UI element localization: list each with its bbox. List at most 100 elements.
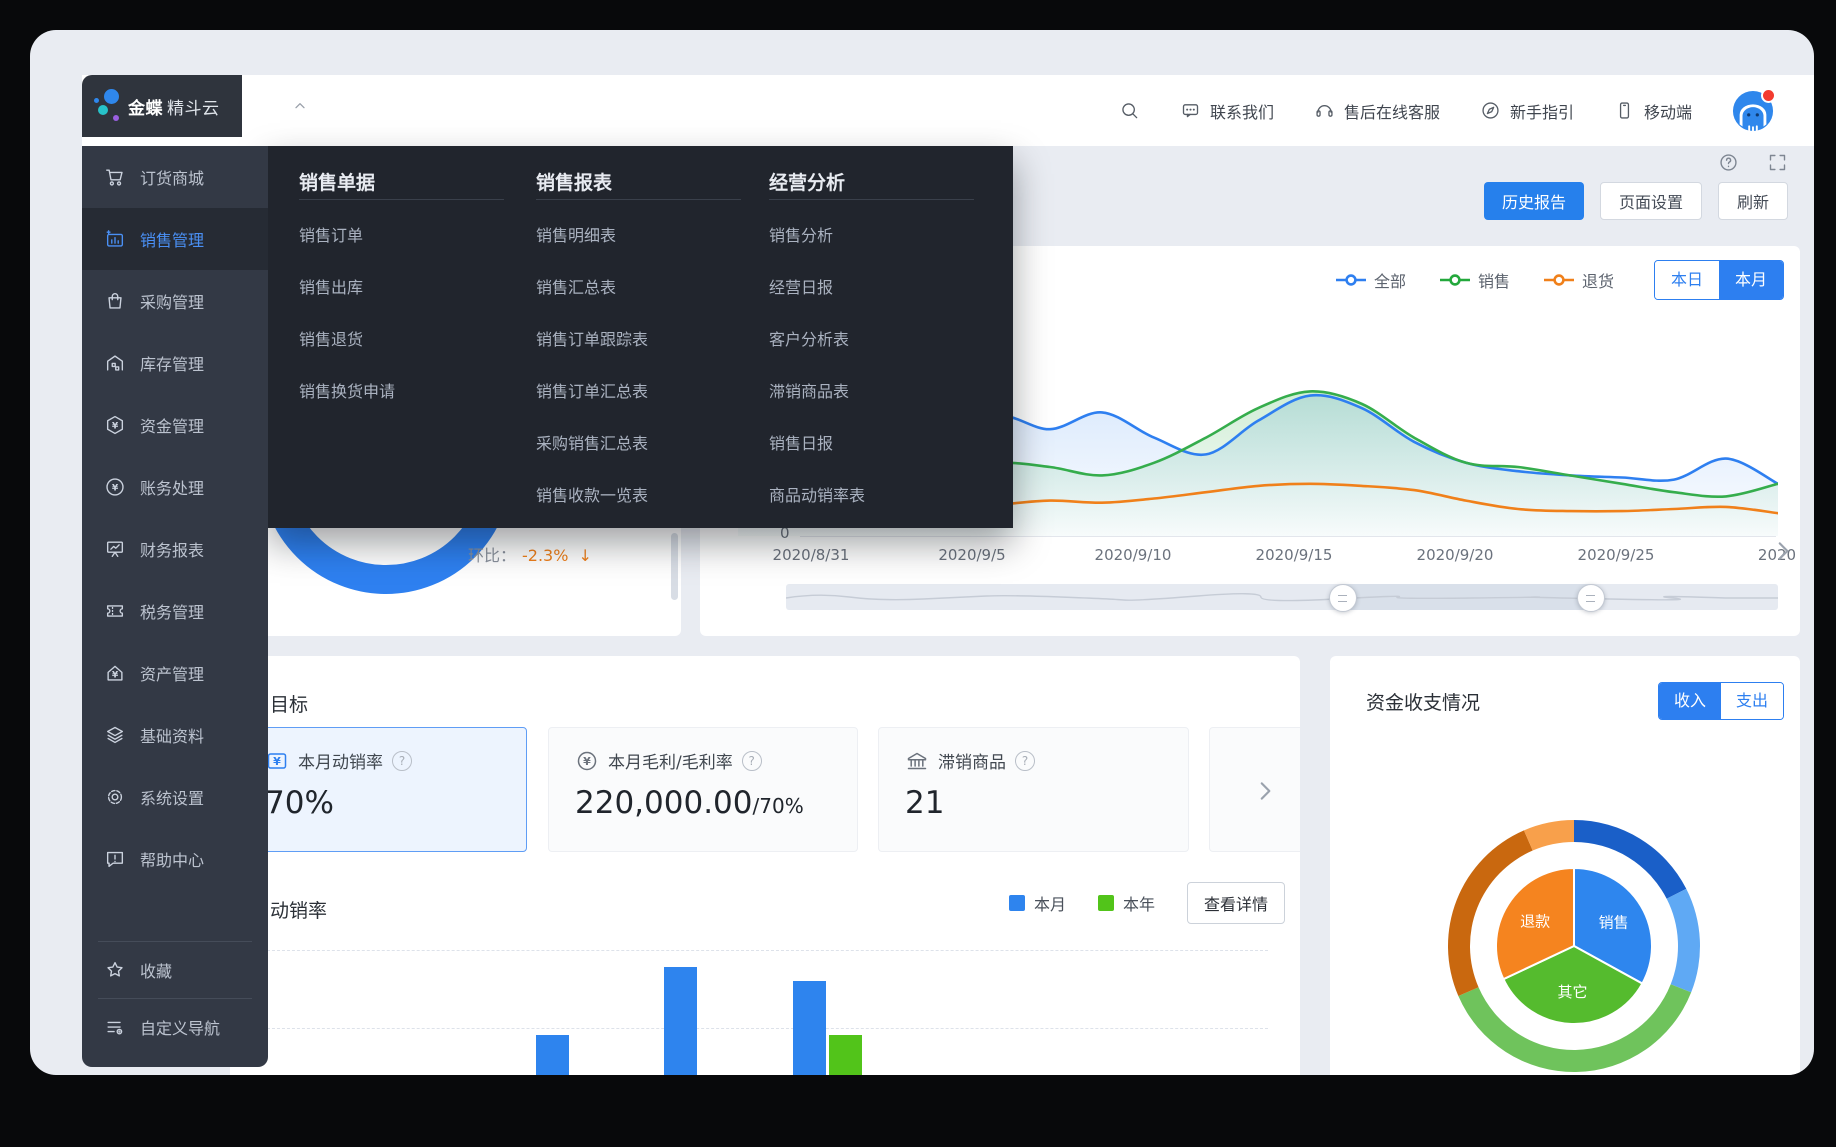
sidebar-item-funds[interactable]: ¥ 资金管理 — [82, 394, 268, 456]
sidebar-item-assets[interactable]: ¥ 资产管理 — [82, 642, 268, 704]
menu-item[interactable]: 销售分析 — [769, 210, 974, 262]
menu-item[interactable]: 销售出库 — [299, 262, 504, 314]
menu-col-title: 经营分析 — [769, 168, 974, 199]
house-yuan-icon: ¥ — [104, 662, 126, 684]
sidebar-item-settings[interactable]: 系统设置 — [82, 766, 268, 828]
hex-yuan-icon: ¥ — [104, 414, 126, 436]
sidebar-item-order-mall[interactable]: 订货商城 — [82, 146, 268, 208]
legend-label: 本月 — [1034, 891, 1066, 915]
brush-handle-left[interactable] — [1329, 584, 1357, 612]
brush-handle-right[interactable] — [1577, 584, 1605, 612]
page-setup-button[interactable]: 页面设置 — [1600, 182, 1702, 220]
menu-item[interactable]: 销售订单 — [299, 210, 504, 262]
help-icon[interactable]: ? — [392, 751, 412, 771]
legend-sales[interactable]: 销售 — [1440, 268, 1510, 292]
history-report-button[interactable]: 历史报告 — [1484, 182, 1584, 220]
menu-item[interactable]: 销售收款一览表 — [536, 470, 741, 522]
chart-next-icon[interactable] — [1770, 538, 1796, 568]
topbar-item-support[interactable]: 售后在线客服 — [1314, 99, 1440, 123]
divider — [769, 199, 974, 200]
line-marker-icon — [1544, 274, 1574, 286]
menu-item[interactable]: 滞销商品表 — [769, 366, 974, 418]
range-toggle-today[interactable]: 本日 — [1655, 261, 1719, 299]
topbar-item-contact[interactable]: 联系我们 — [1180, 99, 1274, 123]
grip-icon — [1586, 595, 1595, 602]
sidebar-item-base-data[interactable]: 基础资料 — [82, 704, 268, 766]
stat-card-slow-moving[interactable]: 滞销商品 ? 21 — [878, 727, 1189, 852]
sidebar-item-label: 系统设置 — [140, 785, 204, 809]
menu-item[interactable]: 销售退货 — [299, 314, 504, 366]
menu-item[interactable]: 销售换货申请 — [299, 366, 504, 418]
menu-item[interactable]: 客户分析表 — [769, 314, 974, 366]
bar[interactable] — [793, 981, 826, 1076]
x-tick: 2020/9/10 — [1095, 546, 1172, 564]
sidebar-item-accounting[interactable]: ¥ 账务处理 — [82, 456, 268, 518]
menu-item[interactable]: 销售明细表 — [536, 210, 741, 262]
menu-item[interactable]: 采购销售汇总表 — [536, 418, 741, 470]
help-icon[interactable]: ? — [1015, 751, 1035, 771]
search-icon[interactable] — [1119, 100, 1140, 121]
help-icon[interactable]: ? — [742, 751, 762, 771]
menu-item[interactable]: 销售订单汇总表 — [536, 366, 741, 418]
stat-value: 70% — [239, 773, 526, 821]
sidebar-item-inventory[interactable]: 库存管理 — [82, 332, 268, 394]
menu-col-title: 销售单据 — [299, 168, 504, 199]
stat-card-gross-profit[interactable]: ¥ 本月毛利/毛利率 ? 220,000.00/70% — [548, 727, 858, 852]
topbar-item-guide[interactable]: 新手指引 — [1480, 99, 1574, 123]
cards-next-icon[interactable] — [1252, 778, 1278, 808]
help-icon[interactable] — [1718, 152, 1739, 173]
sidebar-item-tax[interactable]: 税务管理 — [82, 580, 268, 642]
headset-icon — [1314, 100, 1335, 121]
card-scrollbar[interactable] — [671, 533, 678, 600]
sidebar-item-purchase[interactable]: 采购管理 — [82, 270, 268, 332]
view-details-button[interactable]: 查看详情 — [1187, 882, 1285, 924]
trend-legend-row: 全部 销售 退货 本日 本月 — [1336, 260, 1784, 300]
app-window: 联系我们 售后在线客服 新手指引 移动端 — [0, 0, 1836, 1147]
svg-text:销售: 销售 — [1599, 914, 1629, 932]
bar-section-title: 动销率 — [270, 896, 327, 923]
sales-chart-icon — [104, 228, 126, 250]
bar[interactable] — [536, 1035, 569, 1076]
bar[interactable] — [829, 1035, 862, 1076]
line-marker-icon — [1440, 274, 1470, 286]
stat-card-turnover[interactable]: ¥ 本月动销率 ? 70% — [238, 727, 527, 852]
range-toggle-month[interactable]: 本月 — [1719, 261, 1783, 299]
sidebar-item-custom-nav[interactable]: 自定义导航 — [82, 999, 268, 1055]
collapse-caret-icon[interactable] — [292, 98, 308, 118]
refresh-button[interactable]: 刷新 — [1718, 182, 1788, 220]
menu-item[interactable]: 商品动销率表 — [769, 470, 974, 522]
legend-label: 销售 — [1478, 268, 1510, 292]
legend-this-year[interactable]: 本年 — [1098, 891, 1155, 915]
x-tick: 2020/9/5 — [938, 546, 1005, 564]
menu-item[interactable]: 经营日报 — [769, 262, 974, 314]
sidebar-item-label: 帮助中心 — [140, 847, 204, 871]
stat-label: 本月毛利/毛利率 — [608, 748, 733, 773]
menu-item[interactable]: 销售汇总表 — [536, 262, 741, 314]
ticket-icon — [104, 600, 126, 622]
divider — [536, 199, 741, 200]
gear-icon — [104, 786, 126, 808]
legend-all[interactable]: 全部 — [1336, 268, 1406, 292]
legend-swatch — [1098, 895, 1114, 911]
menu-item[interactable]: 销售日报 — [769, 418, 974, 470]
topbar-item-mobile[interactable]: 移动端 — [1614, 99, 1692, 123]
funds-toggle-expense[interactable]: 支出 — [1721, 683, 1783, 719]
stat-value: 21 — [879, 773, 1188, 821]
stat-label: 滞销商品 — [938, 748, 1006, 773]
chart-brush-track[interactable] — [786, 584, 1778, 610]
sidebar-item-label: 账务处理 — [140, 475, 204, 499]
legend-returns[interactable]: 退货 — [1544, 268, 1614, 292]
sidebar-item-help-center[interactable]: 帮助中心 — [82, 828, 268, 890]
avatar[interactable] — [1732, 90, 1774, 132]
help-bubble-icon — [104, 848, 126, 870]
menu-item[interactable]: 销售订单跟踪表 — [536, 314, 741, 366]
sidebar-item-sales[interactable]: 销售管理 — [82, 208, 268, 270]
sidebar-item-favorites[interactable]: 收藏 — [82, 942, 268, 998]
sidebar-item-finance-report[interactable]: 财务报表 — [82, 518, 268, 580]
brand-logo[interactable]: 金蝶精斗云 — [82, 75, 242, 137]
funds-toggle: 收入 支出 — [1658, 682, 1784, 720]
fullscreen-icon[interactable] — [1767, 152, 1788, 173]
legend-this-month[interactable]: 本月 — [1009, 891, 1066, 915]
bar[interactable] — [664, 967, 697, 1075]
funds-toggle-income[interactable]: 收入 — [1659, 683, 1721, 719]
